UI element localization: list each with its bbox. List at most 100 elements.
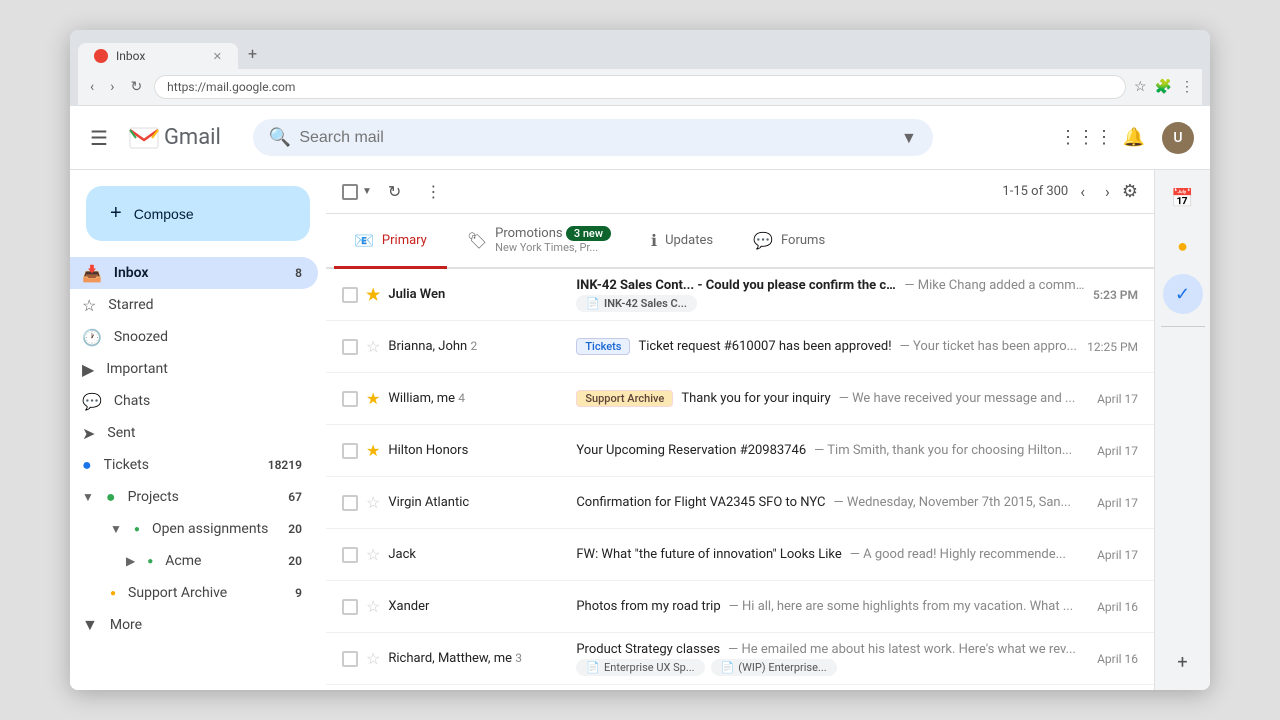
sidebar-label-chats: Chats (114, 393, 150, 409)
select-all-checkbox[interactable] (342, 184, 358, 200)
menu-icon[interactable]: ⋮ (1180, 79, 1194, 95)
tab-updates[interactable]: ℹ Updates (631, 214, 733, 269)
star-button[interactable]: ☆ (366, 545, 380, 564)
search-dropdown-icon[interactable]: ▼ (901, 128, 917, 148)
email-row[interactable]: ☆ Virgin Atlantic Confirmation for Fligh… (326, 477, 1154, 529)
forward-button[interactable]: › (106, 77, 118, 97)
promotions-badge: 3 new (566, 226, 611, 241)
email-line2: 📄 Enterprise UX Sp... 📄 (WIP) Enterprise… (576, 659, 1089, 676)
email-subject: Your Upcoming Reservation #20983746 (576, 443, 806, 458)
row-checkbox[interactable] (342, 651, 358, 667)
prev-page-button[interactable]: ‹ (1072, 178, 1093, 205)
browser-tabs: Inbox ✕ + (78, 38, 1202, 69)
updates-tab-label: Updates (665, 233, 713, 248)
email-preview: — He emailed me about his latest work. H… (728, 642, 1076, 657)
select-chevron[interactable]: ▼ (362, 186, 372, 197)
primary-tab-icon: 📧 (354, 231, 374, 250)
sidebar-item-open-assignments[interactable]: ▼ ● Open assignments 20 (70, 513, 318, 545)
sidebar-label-tickets: Tickets (104, 457, 149, 473)
sidebar-label-sent: Sent (107, 425, 135, 441)
email-row-content: Support Archive Thank you for your inqui… (576, 390, 1089, 407)
notifications-button[interactable]: 🔔 (1114, 118, 1154, 158)
email-line1: Product Strategy classes — He emailed me… (576, 642, 1089, 657)
apps-button[interactable]: ⋮⋮⋮ (1066, 118, 1106, 158)
tickets-icon: ● (82, 455, 92, 475)
sidebar-item-more[interactable]: ▼ More (70, 609, 318, 641)
email-row[interactable]: ☆ Peter, Shalini 2 Business trip — Hi, I… (326, 685, 1154, 690)
more-options-button[interactable]: ⋮ (417, 178, 449, 205)
search-bar[interactable]: 🔍 ▼ (253, 119, 933, 156)
email-sender: Hilton Honors (388, 443, 568, 458)
email-row[interactable]: ☆ Brianna, John 2 Tickets Ticket request… (326, 321, 1154, 373)
email-tag: Tickets (576, 338, 630, 355)
star-button[interactable]: ☆ (366, 337, 380, 356)
email-line1: FW: What "the future of innovation" Look… (576, 547, 1089, 562)
email-row[interactable]: ★ Julia Wen INK-42 Sales Cont... - Could… (326, 269, 1154, 321)
sidebar-item-starred[interactable]: ☆ Starred (70, 289, 318, 321)
email-subject: Product Strategy classes (576, 642, 720, 657)
sidebar-item-acme[interactable]: ▶ ● Acme 20 (70, 545, 318, 577)
row-checkbox[interactable] (342, 443, 358, 459)
next-page-button[interactable]: › (1097, 178, 1118, 205)
tab-label: Inbox (116, 49, 145, 63)
refresh-mail-button[interactable]: ↻ (380, 178, 409, 205)
star-button[interactable]: ☆ (366, 493, 380, 512)
url-bar[interactable]: https://mail.google.com (154, 75, 1126, 99)
primary-tab-label: Primary (382, 233, 427, 248)
sidebar-item-support-archive[interactable]: ● Support Archive 9 (70, 577, 318, 609)
star-button[interactable]: ★ (366, 285, 380, 304)
browser-tab-active[interactable]: Inbox ✕ (78, 43, 238, 69)
tab-primary[interactable]: 📧 Primary (334, 214, 447, 269)
mail-count: 1-15 of 300 (1002, 184, 1068, 199)
tab-forums[interactable]: 💬 Forums (733, 214, 845, 269)
email-preview: — A good read! Highly recommende... (850, 547, 1066, 562)
sidebar-item-projects[interactable]: ▼ ● Projects 67 (70, 481, 318, 513)
row-checkbox[interactable] (342, 339, 358, 355)
search-input[interactable] (299, 129, 893, 147)
settings-button[interactable]: ⚙ (1122, 181, 1138, 202)
open-assignments-badge: 20 (288, 522, 302, 536)
row-checkbox[interactable] (342, 287, 358, 303)
email-sender: Jack (388, 547, 568, 562)
star-button[interactable]: ☆ (366, 597, 380, 616)
email-row[interactable]: ★ William, me 4 Support Archive Thank yo… (326, 373, 1154, 425)
avatar[interactable]: U (1162, 122, 1194, 154)
main-content: ▼ ↻ ⋮ 1-15 of 300 ‹ › ⚙ (326, 170, 1154, 690)
tab-promotions[interactable]: 🏷 Promotions 3 new New York Times, Pr... (447, 214, 631, 269)
select-all-area[interactable]: ▼ (342, 184, 372, 200)
back-button[interactable]: ‹ (86, 77, 98, 97)
star-button[interactable]: ★ (366, 389, 380, 408)
email-row[interactable]: ☆ Xander Photos from my road trip — Hi a… (326, 581, 1154, 633)
bookmark-icon[interactable]: ☆ (1134, 79, 1147, 95)
sidebar-item-important[interactable]: ▶ Important (70, 353, 318, 385)
email-row[interactable]: ★ Hilton Honors Your Upcoming Reservatio… (326, 425, 1154, 477)
email-sender: Xander (388, 599, 568, 614)
new-tab-button[interactable]: + (238, 38, 267, 69)
email-row[interactable]: ☆ Jack FW: What "the future of innovatio… (326, 529, 1154, 581)
calendar-panel-button[interactable]: 📅 (1163, 178, 1203, 218)
email-row-content: Confirmation for Flight VA2345 SFO to NY… (576, 495, 1089, 510)
star-button[interactable]: ☆ (366, 649, 380, 668)
sidebar-item-sent[interactable]: ➤ Sent (70, 417, 318, 449)
row-checkbox[interactable] (342, 599, 358, 615)
email-preview: — Your ticket has been appro... (900, 339, 1077, 354)
email-subject: Photos from my road trip (576, 599, 720, 614)
compose-button[interactable]: + Compose (86, 186, 310, 241)
extensions-icon[interactable]: 🧩 (1155, 79, 1172, 95)
contacts-panel-button[interactable]: ● (1163, 226, 1203, 266)
sidebar-item-inbox[interactable]: 📥 Inbox 8 (70, 257, 318, 289)
row-checkbox[interactable] (342, 547, 358, 563)
sidebar-item-chats[interactable]: 💬 Chats (70, 385, 318, 417)
add-panel-button[interactable]: + (1163, 642, 1203, 682)
star-button[interactable]: ★ (366, 441, 380, 460)
sidebar-item-tickets[interactable]: ● Tickets 18219 (70, 449, 318, 481)
refresh-button[interactable]: ↻ (126, 77, 146, 97)
projects-icon: ● (106, 487, 116, 507)
row-checkbox[interactable] (342, 495, 358, 511)
row-checkbox[interactable] (342, 391, 358, 407)
hamburger-menu-button[interactable]: ☰ (86, 122, 112, 154)
sidebar-item-snoozed[interactable]: 🕐 Snoozed (70, 321, 318, 353)
email-row[interactable]: ☆ Richard, Matthew, me 3 Product Strateg… (326, 633, 1154, 685)
tab-close-button[interactable]: ✕ (213, 50, 222, 63)
tasks-panel-button[interactable]: ✓ (1163, 274, 1203, 314)
